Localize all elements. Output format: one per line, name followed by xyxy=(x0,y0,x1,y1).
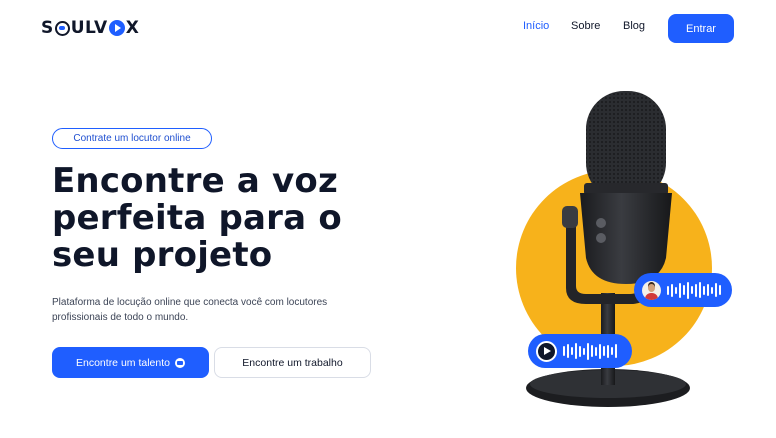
user-avatar-icon xyxy=(642,280,661,300)
logo-o-icon xyxy=(54,20,70,36)
talent-icon xyxy=(174,357,185,368)
audio-wave-icon xyxy=(563,341,617,361)
logo-letter-s: S xyxy=(41,18,54,38)
nav-link-sobre[interactable]: Sobre xyxy=(571,20,600,32)
nav-link-inicio[interactable]: Início xyxy=(523,20,549,32)
logo-letter-x: X xyxy=(125,18,140,38)
audio-wave-icon xyxy=(667,280,721,300)
headline-line-1: Encontre a voz xyxy=(52,161,338,201)
voice-message-bubble-play[interactable] xyxy=(528,334,632,368)
find-job-button[interactable]: Encontre um trabalho xyxy=(214,347,371,378)
hero-subtitle: Plataforma de locução online que conecta… xyxy=(52,295,352,325)
play-icon[interactable] xyxy=(536,340,557,362)
voice-message-bubble-avatar[interactable] xyxy=(634,273,732,307)
logo-letters-ulv: ULV xyxy=(70,18,108,38)
subtitle-line-2: profissionais de todo o mundo. xyxy=(52,312,189,323)
entrar-button[interactable]: Entrar xyxy=(668,14,734,43)
find-talent-label: Encontre um talento xyxy=(76,356,170,369)
find-talent-button[interactable]: Encontre um talento xyxy=(52,347,209,378)
hire-voice-badge[interactable]: Contrate um locutor online xyxy=(52,128,212,149)
headline-line-2: perfeita para o xyxy=(52,198,342,238)
subtitle-line-1: Plataforma de locução online que conecta… xyxy=(52,297,328,308)
logo-play-icon xyxy=(108,20,125,36)
site-header: S ULV X Início Sobre Blog Entrar xyxy=(0,0,776,56)
hero-headline: Encontre a voz perfeita para o seu proje… xyxy=(52,163,382,274)
soulvox-logo[interactable]: S ULV X xyxy=(41,18,139,38)
mic-body xyxy=(580,193,672,284)
microphone-illustration xyxy=(516,91,712,407)
headline-line-3: seu projeto xyxy=(52,235,273,275)
nav-link-blog[interactable]: Blog xyxy=(623,20,645,32)
